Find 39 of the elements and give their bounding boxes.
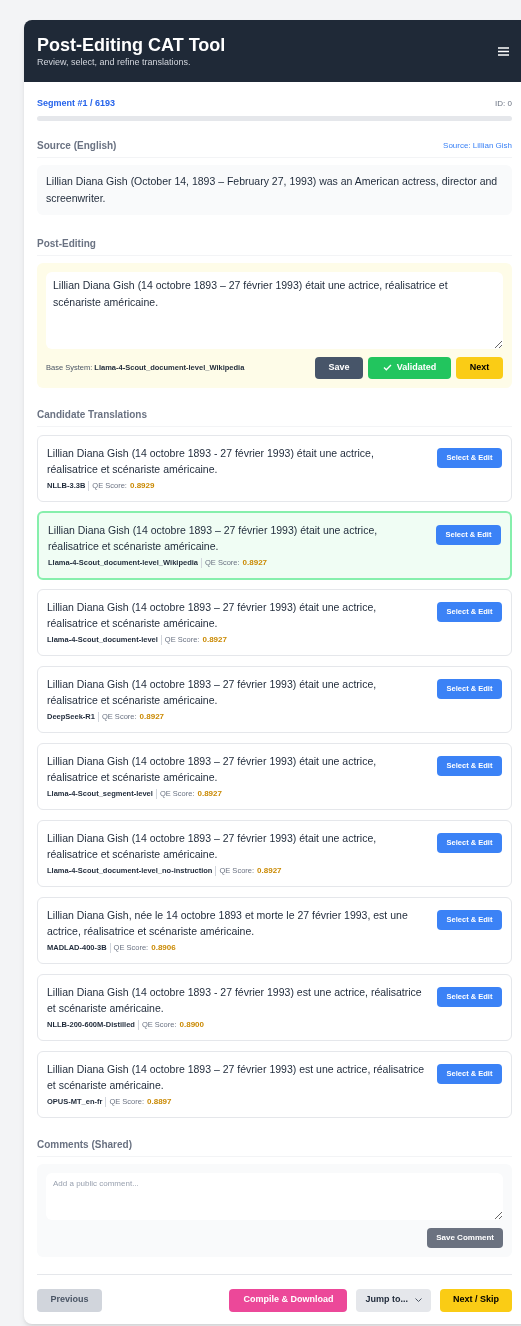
save-comment-button[interactable]: Save Comment: [427, 1227, 503, 1248]
candidate-text: Lillian Diana Gish (14 octobre 1893 - 27 février 1993) est une actrice, réalisatrice et scénariste américaine.: [47, 984, 423, 1016]
qe-score: 0.8927: [242, 556, 268, 569]
next-button[interactable]: Next: [456, 356, 503, 379]
candidate-text: Lillian Diana Gish (14 octobre 1893 - 27 février 1993) était une actrice, réalisatrice et scénariste américaine.: [47, 445, 375, 477]
translation-field[interactable]: Lillian Diana Gish (14 octobre 1893 – 27 février 1993) était une actrice, réalisatrice et scénariste américaine.: [46, 271, 503, 349]
candidate-text: Lillian Diana Gish (14 octobre 1893 – 27 février 1993) était une actrice, réalisatrice et scénariste américaine.: [47, 599, 378, 631]
qe-score: 0.8929: [129, 479, 155, 492]
qe-score: 0.8900: [179, 1018, 204, 1031]
candidate-text: Lillian Diana Gish (14 octobre 1893 – 27 février 1993) était une actrice, réalisatrice et scénariste américaine.: [47, 753, 378, 785]
jump-to-dropdown[interactable]: Jump to...: [356, 1288, 431, 1312]
section-heading: Comments (Shared): [37, 1138, 132, 1150]
app-subtitle: Review, select, and refine translations.: [37, 55, 192, 69]
check-icon: [382, 364, 392, 371]
menu-icon[interactable]: [498, 46, 509, 56]
qe-score: 0.8927: [139, 710, 165, 723]
section-heading: Source (English): [37, 138, 117, 153]
section-heading: Post-Editing: [37, 237, 96, 249]
qe-score: 0.8927: [197, 787, 222, 800]
save-button[interactable]: Save: [315, 356, 363, 379]
candidate-text: Lillian Diana Gish (14 octobre 1893 – 27 février 1993) était une actrice, réalisatrice et scénariste américaine.: [47, 830, 378, 862]
source-text: Lillian Diana Gish (October 14, 1893 – February 27, 1993) was an American actress, director and screenwriter.: [46, 173, 499, 206]
compile-download-button[interactable]: Compile & Download: [229, 1288, 348, 1312]
qe-score: 0.8906: [151, 941, 176, 954]
qe-score: 0.8927: [257, 864, 282, 877]
qe-score: 0.8897: [147, 1095, 172, 1108]
chevron-down-icon: [415, 1298, 422, 1302]
candidate-text: Lillian Diana Gish (14 octobre 1893 – 27 février 1993) est une actrice, réalisatrice et scénariste américaine.: [47, 1061, 426, 1093]
candidate-text: Lillian Diana Gish, née le 14 octobre 1893 et morte le 27 février 1993, est une actrice, réalisatrice et scénariste américaine.: [47, 907, 409, 939]
candidate-text: Lillian Diana Gish (14 octobre 1893 – 27 février 1993) était une actrice, réalisatrice et scénariste américaine.: [48, 522, 379, 554]
next-skip-button[interactable]: Next / Skip: [440, 1288, 512, 1312]
qe-score: 0.8927: [202, 633, 227, 646]
segment-counter: Segment #1 / 6193: [37, 97, 116, 110]
candidate-text: Lillian Diana Gish (14 octobre 1893 – 27 février 1993) était une actrice, réalisatrice et scénariste américaine.: [47, 676, 378, 708]
comment-field[interactable]: Add a public comment...: [46, 1172, 503, 1220]
segment-id: ID: 0: [495, 97, 512, 110]
source-link[interactable]: Source: Lillian Gish: [443, 138, 512, 153]
section-heading: Candidate Translations: [37, 408, 148, 420]
app-title: Post-Editing CAT Tool: [37, 33, 226, 56]
